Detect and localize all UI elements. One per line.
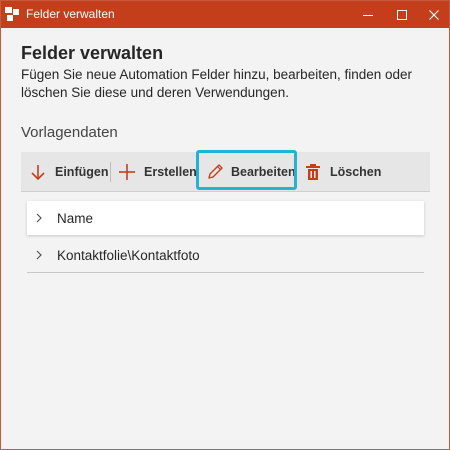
field-tree: Name Kontaktfolie\Kontaktfoto xyxy=(27,201,424,273)
delete-label: Löschen xyxy=(330,164,382,179)
section-title: Vorlagendaten xyxy=(21,124,118,141)
insert-button[interactable]: Einfügen xyxy=(29,152,108,191)
page-description: Fügen Sie neue Automation Felder hinzu, … xyxy=(21,67,413,100)
insert-label: Einfügen xyxy=(55,164,109,179)
title-bar[interactable]: Felder verwalten xyxy=(1,1,449,28)
plus-icon xyxy=(119,163,135,180)
close-icon xyxy=(429,9,439,20)
toolbar-divider xyxy=(110,162,111,182)
tree-item[interactable]: Name xyxy=(27,201,424,235)
dialog-window: Felder verwalten Felder verwalten Fügen … xyxy=(0,0,450,450)
create-button[interactable]: Erstellen xyxy=(118,152,197,191)
maximize-button[interactable] xyxy=(386,1,418,28)
window-title: Felder verwalten xyxy=(26,7,115,21)
page-title: Felder verwalten xyxy=(21,43,164,63)
maximize-icon xyxy=(397,9,407,20)
create-label: Erstellen xyxy=(144,164,197,179)
chevron-right-icon[interactable] xyxy=(35,213,43,223)
arrow-down-icon xyxy=(31,164,45,180)
focus-highlight xyxy=(196,150,297,190)
app-icon xyxy=(5,7,19,21)
trash-icon xyxy=(306,163,320,180)
close-button[interactable] xyxy=(418,1,450,28)
delete-button[interactable]: Löschen xyxy=(304,152,381,191)
minimize-icon xyxy=(363,14,373,16)
tree-item-label: Kontaktfolie\Kontaktfoto xyxy=(57,247,200,263)
chevron-right-icon[interactable] xyxy=(35,250,43,260)
minimize-button[interactable] xyxy=(352,1,384,28)
tree-item-label: Name xyxy=(57,210,94,226)
tree-item[interactable]: Kontaktfolie\Kontaktfoto xyxy=(27,238,424,273)
